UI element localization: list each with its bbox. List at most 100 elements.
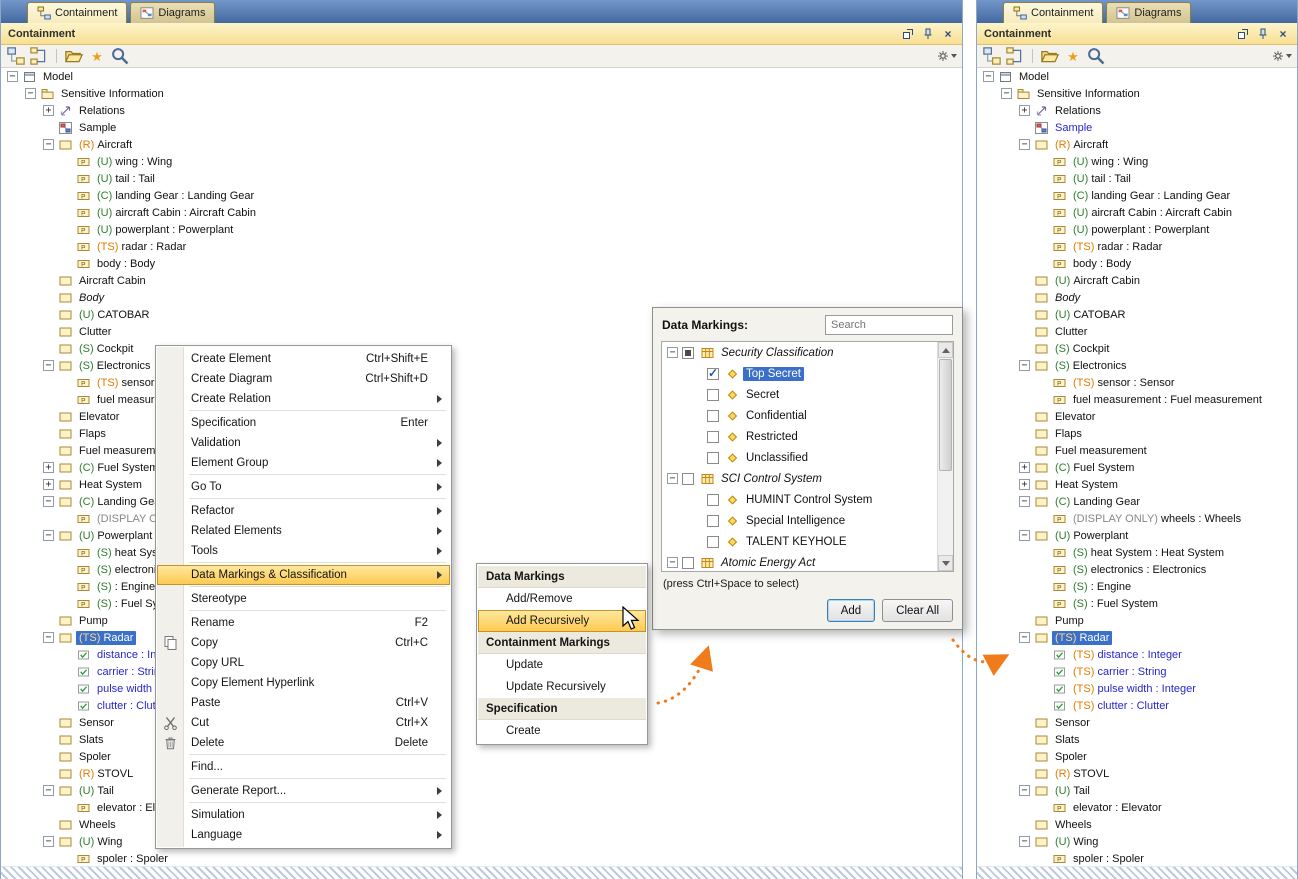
tree-item[interactable]: P(U) aircraft Cabin : Aircraft Cabin: [1, 204, 962, 221]
tree-item[interactable]: P(U) tail : Tail: [977, 170, 1297, 187]
checkbox-unchecked[interactable]: [707, 494, 719, 506]
menu-item-related-elements[interactable]: Related Elements: [157, 521, 450, 541]
menu-item-add-remove[interactable]: Add/Remove: [478, 588, 646, 610]
tree-item[interactable]: Clutter: [977, 323, 1297, 340]
favorites-button[interactable]: ★: [1063, 47, 1083, 66]
menu-item-add-recursively[interactable]: Add Recursively: [478, 610, 646, 632]
open-folder-button[interactable]: [1040, 47, 1060, 66]
tree-item[interactable]: −(R) Aircraft: [1, 136, 962, 153]
tree-item[interactable]: Pbody : Body: [977, 255, 1297, 272]
collapse-toggle[interactable]: −: [1019, 496, 1030, 507]
tree-item[interactable]: Pbody : Body: [1, 255, 962, 272]
tree-item[interactable]: P(S) heat System : Heat System: [977, 544, 1297, 561]
collapse-toggle[interactable]: −: [1019, 836, 1030, 847]
tree-item[interactable]: (U) CATOBAR: [977, 306, 1297, 323]
tree-item[interactable]: P(TS) radar : Radar: [1, 238, 962, 255]
menu-item-copy-url[interactable]: Copy URL: [157, 653, 450, 673]
tree-item[interactable]: Aircraft Cabin: [1, 272, 962, 289]
checkbox-unchecked[interactable]: [707, 536, 719, 548]
collapse-toggle[interactable]: −: [1019, 785, 1030, 796]
menu-item-create[interactable]: Create: [478, 720, 646, 742]
checkbox-unchecked[interactable]: [707, 515, 719, 527]
menu-item-copy-element-hyperlink[interactable]: Copy Element Hyperlink: [157, 673, 450, 693]
menu-item-go-to[interactable]: Go To: [157, 477, 450, 497]
scrollbar[interactable]: [937, 342, 953, 571]
collapse-toggle[interactable]: −: [1019, 530, 1030, 541]
collapse-toggle[interactable]: −: [7, 71, 18, 82]
search-button[interactable]: [1086, 47, 1106, 66]
tree-item[interactable]: Sensor: [977, 714, 1297, 731]
marking-item[interactable]: Special Intelligence: [662, 510, 937, 531]
menu-item-rename[interactable]: RenameF2: [157, 613, 450, 633]
marking-item[interactable]: Secret: [662, 384, 937, 405]
tree-item[interactable]: +Relations: [1, 102, 962, 119]
tree-item[interactable]: +(C) Fuel System: [977, 459, 1297, 476]
tree-item[interactable]: P(TS) radar : Radar: [977, 238, 1297, 255]
marking-item[interactable]: Confidential: [662, 405, 937, 426]
collapse-toggle[interactable]: −: [667, 347, 678, 358]
checkbox-unchecked[interactable]: [707, 410, 719, 422]
scrollbar-thumb[interactable]: [939, 359, 952, 471]
collapse-toggle[interactable]: −: [43, 530, 54, 541]
menu-item-delete[interactable]: DeleteDelete: [157, 733, 450, 753]
collapse-toggle[interactable]: −: [43, 496, 54, 507]
collapse-toggle[interactable]: −: [1019, 360, 1030, 371]
menu-item-update-recursively[interactable]: Update Recursively: [478, 676, 646, 698]
tree-item[interactable]: Elevator: [977, 408, 1297, 425]
menu-item-copy[interactable]: CopyCtrl+C: [157, 633, 450, 653]
menu-item-find[interactable]: Find...: [157, 757, 450, 777]
tree-item[interactable]: P(U) aircraft Cabin : Aircraft Cabin: [977, 204, 1297, 221]
tree-item[interactable]: (TS) pulse width : Integer: [977, 680, 1297, 697]
tree-item[interactable]: (R) STOVL: [1, 765, 962, 782]
checkbox-unchecked[interactable]: [707, 431, 719, 443]
collapse-toggle[interactable]: −: [43, 139, 54, 150]
tree-item[interactable]: P(U) powerplant : Powerplant: [977, 221, 1297, 238]
collapse-toggle[interactable]: −: [1001, 88, 1012, 99]
tree-item[interactable]: P(S) electronics : Electronics: [977, 561, 1297, 578]
marking-item[interactable]: Unclassified: [662, 447, 937, 468]
tree-item[interactable]: −(U) Wing: [1, 833, 962, 850]
collapse-toggle[interactable]: −: [667, 473, 678, 484]
tree-item[interactable]: P(C) landing Gear : Landing Gear: [977, 187, 1297, 204]
tree-item[interactable]: Pspoler : Spoler: [977, 850, 1297, 867]
collapse-toggle[interactable]: −: [1019, 632, 1030, 643]
tree-item[interactable]: (R) STOVL: [977, 765, 1297, 782]
marking-item[interactable]: Top Secret: [662, 363, 937, 384]
menu-item-data-markings-classification[interactable]: Data Markings & Classification: [157, 565, 450, 585]
expand-toggle[interactable]: +: [1019, 462, 1030, 473]
menu-item-tools[interactable]: Tools: [157, 541, 450, 561]
pin-button[interactable]: [1256, 27, 1270, 41]
tree-item[interactable]: P(TS) sensor : Sensor: [977, 374, 1297, 391]
tree-item[interactable]: Flaps: [977, 425, 1297, 442]
menu-item-specification[interactable]: SpecificationEnter: [157, 413, 450, 433]
tree-item[interactable]: Pump: [977, 612, 1297, 629]
tab-containment[interactable]: Containment: [1003, 2, 1103, 23]
tree-item[interactable]: Pelevator : Elevator: [977, 799, 1297, 816]
collapse-tree-button[interactable]: [6, 47, 26, 66]
expand-toggle[interactable]: +: [43, 105, 54, 116]
tree-item[interactable]: Pspoler : Spoler: [1, 850, 962, 867]
tree-item[interactable]: Fuel measurement: [977, 442, 1297, 459]
menu-item-create-element[interactable]: Create ElementCtrl+Shift+E: [157, 349, 450, 369]
scroll-up-button[interactable]: [938, 342, 953, 358]
collapse-toggle[interactable]: −: [1019, 139, 1030, 150]
checkbox-unchecked[interactable]: [682, 473, 694, 485]
sync-tree-button[interactable]: [1005, 47, 1025, 66]
tree-item[interactable]: Wheels: [977, 816, 1297, 833]
tree-item[interactable]: +Relations: [977, 102, 1297, 119]
menu-item-validation[interactable]: Validation: [157, 433, 450, 453]
tree-item[interactable]: Pelevator : Elevator: [1, 799, 962, 816]
tree-item[interactable]: −Sensitive Information: [977, 85, 1297, 102]
tab-containment[interactable]: Containment: [27, 2, 127, 23]
marking-item[interactable]: −Security Classification: [662, 342, 937, 363]
tree-item[interactable]: P(DISPLAY ONLY) wheels : Wheels: [977, 510, 1297, 527]
tree-item[interactable]: Spoler: [977, 748, 1297, 765]
scroll-down-button[interactable]: [938, 555, 953, 571]
tree-item[interactable]: P(U) tail : Tail: [1, 170, 962, 187]
tree-item[interactable]: P(U) wing : Wing: [977, 153, 1297, 170]
search-input[interactable]: [825, 315, 953, 335]
tree-item[interactable]: Body: [977, 289, 1297, 306]
float-button[interactable]: [1236, 27, 1250, 41]
tree-item[interactable]: (S) Cockpit: [977, 340, 1297, 357]
search-button[interactable]: [110, 47, 130, 66]
